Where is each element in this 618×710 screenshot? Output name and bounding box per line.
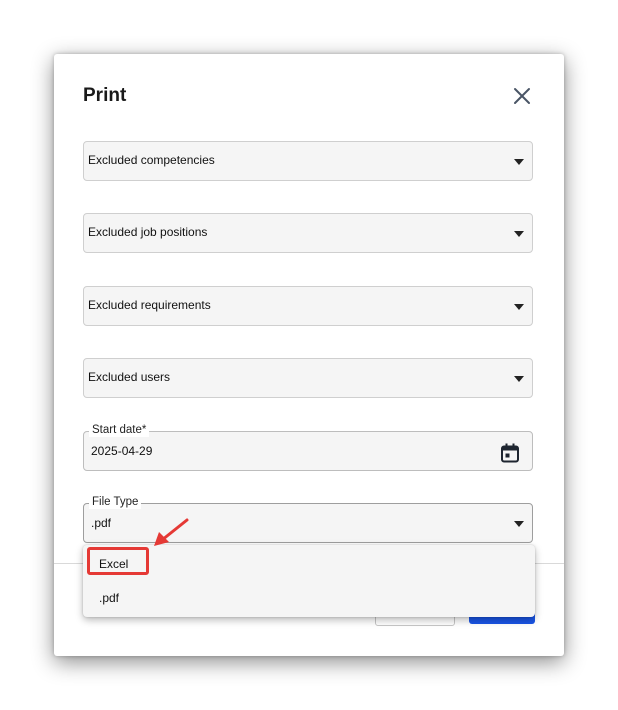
- menu-option-label: .pdf: [99, 591, 120, 605]
- excluded-competencies-select[interactable]: Excluded competencies: [83, 141, 533, 181]
- chevron-down-icon: [514, 521, 524, 527]
- file-type-label: File Type: [89, 495, 142, 509]
- excluded-requirements-select[interactable]: Excluded requirements: [83, 286, 533, 326]
- chevron-down-icon: [514, 304, 524, 310]
- excluded-job-positions-select[interactable]: Excluded job positions: [83, 213, 533, 253]
- menu-option-excel[interactable]: Excel: [83, 547, 535, 581]
- start-date-value: 2025-04-29: [91, 444, 153, 458]
- chevron-down-icon: [514, 376, 524, 382]
- file-type-value: .pdf: [91, 516, 112, 530]
- chevron-down-icon: [514, 159, 524, 165]
- chevron-down-icon: [514, 231, 524, 237]
- start-date-field[interactable]: Start date* 2025-04-29: [83, 423, 533, 471]
- close-icon[interactable]: [511, 85, 533, 107]
- menu-option-pdf[interactable]: .pdf: [83, 581, 535, 615]
- excluded-competencies-label: Excluded competencies: [88, 153, 215, 167]
- excluded-job-positions-label: Excluded job positions: [88, 225, 208, 239]
- calendar-icon[interactable]: [500, 443, 520, 463]
- dialog-title: Print: [83, 85, 127, 106]
- excluded-users-label: Excluded users: [88, 370, 171, 384]
- start-date-label: Start date*: [89, 423, 150, 437]
- file-type-dropdown-menu: Excel .pdf: [83, 545, 535, 617]
- excluded-users-select[interactable]: Excluded users: [83, 358, 533, 398]
- excluded-requirements-label: Excluded requirements: [88, 298, 211, 312]
- annotation-arrow-icon: [154, 518, 189, 546]
- highlight-box: [87, 547, 149, 575]
